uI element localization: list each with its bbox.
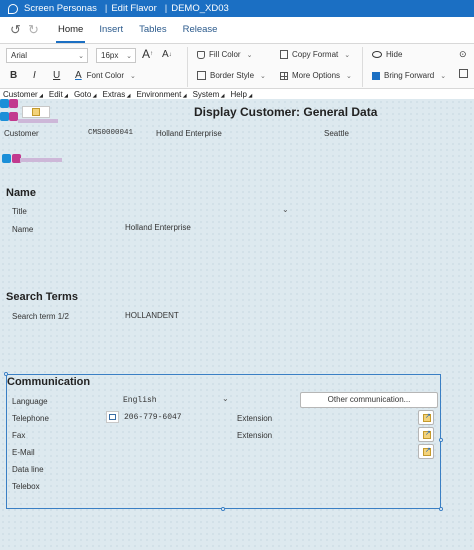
personas-logo-icon — [8, 3, 18, 14]
fax-extension-label: Extension — [237, 431, 273, 440]
communication-heading: Communication — [7, 376, 91, 388]
customer-name-header: Holland Enterprise — [156, 129, 222, 138]
resize-handle-br[interactable] — [439, 507, 443, 511]
language-value[interactable]: English — [123, 396, 157, 405]
search-term-label: Search term 1/2 — [12, 312, 69, 321]
italic-button[interactable]: I — [33, 70, 36, 81]
hidden-toolbar-strip — [18, 119, 58, 123]
copy-format-icon — [280, 50, 288, 59]
bring-forward-icon — [372, 71, 380, 80]
hidden-tab-strip — [20, 158, 62, 162]
more-options-icon — [280, 71, 288, 80]
editor-canvas[interactable]: Display Customer: General Data Customer … — [0, 99, 474, 550]
title-bar: Screen Personas | Edit Flavor | DEMO_XD0… — [0, 0, 474, 17]
border-style-icon — [197, 71, 206, 80]
telephone-dial-icon[interactable] — [106, 411, 119, 423]
toolbar-button-box[interactable] — [22, 106, 50, 118]
name-value[interactable]: Holland Enterprise — [125, 223, 191, 232]
telephone-value[interactable]: 206-779-6047 — [124, 413, 182, 422]
tab-release[interactable]: Release — [175, 17, 226, 43]
flavor-name: DEMO_XD03 — [171, 3, 229, 14]
font-color-button[interactable]: A Font Color ⌄ — [75, 70, 136, 81]
undo-icon[interactable]: ↺ — [10, 22, 24, 38]
customer-number: CMS0000041 — [88, 129, 134, 137]
underline-button[interactable]: U — [53, 70, 60, 81]
menu-customer[interactable]: Customer — [3, 90, 43, 99]
customer-city: Seattle — [324, 129, 349, 138]
tab-insert[interactable]: Insert — [91, 17, 131, 43]
search-terms-heading: Search Terms — [6, 291, 78, 303]
fax-label: Fax — [12, 431, 26, 440]
bring-forward-button[interactable]: Bring Forward ⌄ — [372, 71, 446, 80]
hide-eye-icon — [372, 51, 382, 58]
mode-name: Edit Flavor — [111, 3, 157, 14]
title-label: Title — [12, 207, 27, 216]
toolbar-badge-pink-2-icon[interactable] — [9, 112, 18, 121]
tab-tables[interactable]: Tables — [131, 17, 174, 43]
customer-label: Customer — [4, 129, 39, 138]
search-term-value[interactable]: HOLLANDENT — [125, 311, 179, 320]
sap-menu-bar: Customer Edit Goto Extras Environment Sy… — [0, 89, 474, 99]
shrink-font-button[interactable]: A ↓ — [162, 49, 172, 60]
grow-font-button[interactable]: A ↑ — [142, 47, 153, 61]
copy-format-button[interactable]: Copy Format ⌄ — [280, 50, 350, 59]
section-badge-blue-icon[interactable] — [2, 154, 11, 163]
screen-title: Display Customer: General Data — [194, 105, 378, 119]
language-label: Language — [12, 397, 48, 406]
telephone-more-button[interactable]: ↗ — [418, 410, 434, 425]
fax-more-button[interactable]: ↗ — [418, 427, 434, 442]
toolbar-badge-blue-2-icon[interactable] — [0, 112, 9, 121]
dataline-label: Data line — [12, 465, 44, 474]
tab-home[interactable]: Home — [50, 17, 91, 43]
fill-color-button[interactable]: Fill Color ⌄ — [197, 50, 252, 59]
font-color-icon: A — [75, 70, 82, 81]
email-label: E-Mail — [12, 448, 35, 457]
language-dropdown-chevron-icon[interactable]: ⌄ — [222, 394, 229, 403]
border-style-button[interactable]: Border Style ⌄ — [197, 71, 266, 80]
ribbon-layout-icon[interactable] — [459, 69, 472, 78]
name-label: Name — [12, 225, 34, 234]
resize-handle-b[interactable] — [221, 507, 225, 511]
telephone-label: Telephone — [12, 414, 49, 423]
more-options-button[interactable]: More Options ⌄ — [280, 71, 352, 80]
menu-system[interactable]: System — [193, 90, 225, 99]
fill-color-icon — [197, 50, 205, 59]
hide-button[interactable]: Hide — [372, 50, 402, 59]
menu-goto[interactable]: Goto — [74, 90, 97, 99]
title-dropdown-chevron-icon[interactable]: ⌄ — [282, 205, 289, 214]
name-section-heading: Name — [6, 187, 36, 199]
menu-edit[interactable]: Edit — [49, 90, 68, 99]
ribbon-toolbar: Arial ⌄ 16px ⌄ A ↑ A ↓ B I U A Font Color ⌄ … — [0, 43, 474, 89]
ribbon-more-icon[interactable]: ⊙ — [459, 49, 467, 60]
toolbar-badge-pink-icon[interactable] — [9, 99, 18, 108]
toolbar-badge-blue-icon[interactable] — [0, 99, 9, 108]
font-size-select[interactable]: 16px ⌄ — [96, 48, 136, 63]
font-family-select[interactable]: Arial ⌄ — [6, 48, 88, 63]
menu-help[interactable]: Help — [231, 90, 253, 99]
menu-environment[interactable]: Environment — [136, 90, 186, 99]
telebox-label: Telebox — [12, 482, 40, 491]
resize-handle-r[interactable] — [439, 438, 443, 442]
other-communication-button[interactable]: Other communication... — [300, 392, 438, 408]
app-name: Screen Personas — [24, 3, 97, 14]
menu-extras[interactable]: Extras — [103, 90, 131, 99]
telephone-extension-label: Extension — [237, 414, 273, 423]
bold-button[interactable]: B — [10, 70, 17, 81]
redo-icon[interactable]: ↻ — [28, 22, 42, 38]
ribbon-tabs: ↺ ↻ Home Insert Tables Release — [0, 17, 474, 43]
toolbar-doc-icon — [32, 108, 40, 116]
email-more-button[interactable]: ↗ — [418, 444, 434, 459]
